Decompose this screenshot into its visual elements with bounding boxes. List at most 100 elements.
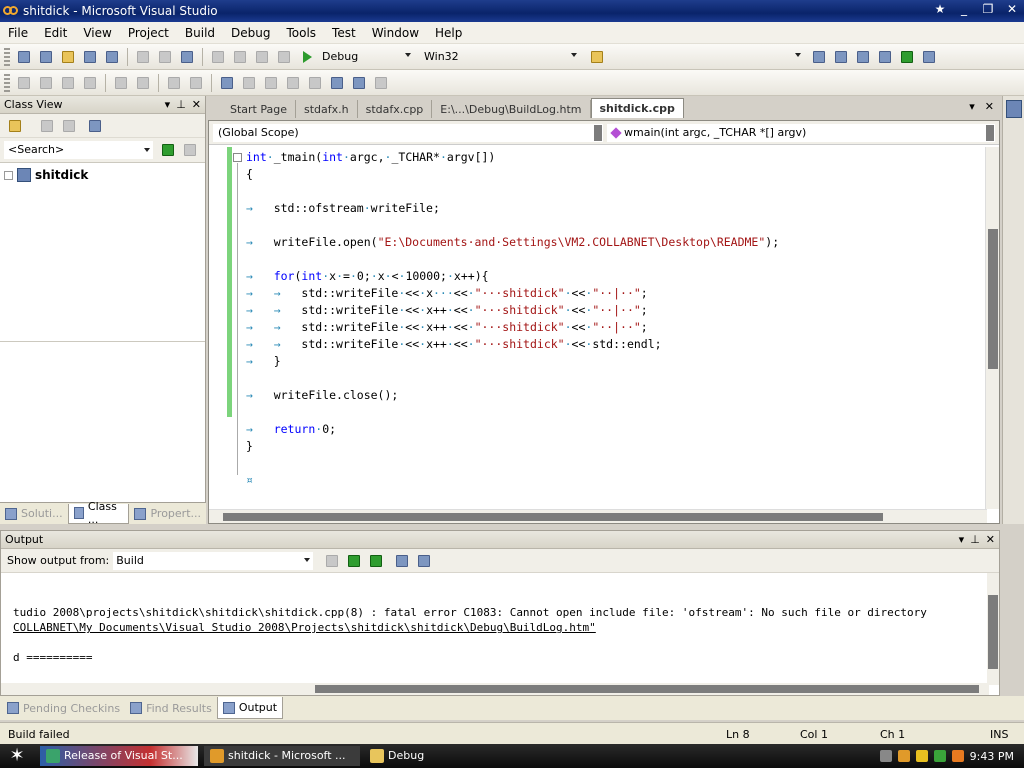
save-icon[interactable]	[81, 48, 99, 66]
new-project-icon[interactable]	[15, 48, 33, 66]
scope-select[interactable]: (Global Scope)	[213, 123, 603, 142]
open-file-icon[interactable]	[59, 48, 77, 66]
scrollbar-thumb[interactable]	[315, 685, 979, 693]
tab-shitdick-cpp[interactable]: shitdick.cpp	[590, 98, 684, 118]
window-position-icon[interactable]: ▾	[165, 98, 171, 111]
server-explorer-icon[interactable]	[1006, 100, 1022, 118]
clear-bookmarks-icon[interactable]	[372, 74, 390, 92]
clear-all-icon[interactable]	[393, 552, 411, 570]
output-text[interactable]: tudio 2008\projects\shitdick\shitdick\sh…	[13, 605, 979, 665]
active-files-icon[interactable]: ▾	[969, 100, 975, 113]
decrease-indent-icon[interactable]	[112, 74, 130, 92]
output-line[interactable]: COLLABNET\My Documents\Visual Studio 200…	[13, 620, 979, 635]
taskbar-button-visual-studio[interactable]: shitdick - Microsoft ...	[204, 746, 360, 766]
search-icon[interactable]	[951, 750, 964, 762]
code-line[interactable]: → for(int·x·=·0;·x·<·10000;·x++){	[246, 268, 489, 285]
output-horizontal-scrollbar[interactable]	[1, 683, 989, 695]
scrollbar-thumb[interactable]	[988, 595, 998, 669]
tab-find-results[interactable]: Find Results	[125, 697, 217, 719]
code-line[interactable]: → writeFile.open("E:\Documents·and·Setti…	[246, 234, 779, 251]
editor-vertical-scrollbar[interactable]	[985, 147, 999, 509]
previous-bookmark-icon[interactable]	[240, 74, 258, 92]
code-line[interactable]: → → std::writeFile·<<·x++·<<·"···shitdic…	[246, 319, 648, 336]
code-line[interactable]: int·_tmain(int·argc,·_TCHAR*·argv[])	[246, 149, 495, 166]
find-in-files-icon[interactable]	[588, 48, 606, 66]
start-button[interactable]: ✶	[6, 745, 28, 767]
navigate-backward-icon[interactable]	[253, 48, 271, 66]
menu-file[interactable]: File	[4, 26, 36, 40]
solution-configuration-select[interactable]: Debug	[318, 48, 414, 66]
forward-icon[interactable]	[60, 117, 78, 135]
code-line[interactable]: → std::ofstream·writeFile;	[246, 200, 440, 217]
tree-item-project[interactable]: shitdick	[0, 166, 205, 184]
collapse-icon[interactable]	[233, 153, 242, 162]
next-message-icon[interactable]	[367, 552, 385, 570]
redo-icon[interactable]	[231, 48, 249, 66]
start-debugging-icon[interactable]	[303, 50, 312, 63]
menu-debug[interactable]: Debug	[227, 26, 278, 40]
previous-bookmark-folder-icon[interactable]	[284, 74, 302, 92]
taskbar-button-debug-folder[interactable]: Debug	[364, 746, 504, 766]
member-select[interactable]: wmain(int argc, _TCHAR *[] argv)	[607, 123, 995, 142]
tab-buildlog[interactable]: E:\...\Debug\BuildLog.htm	[432, 100, 591, 118]
tab-property-manager[interactable]: Propert...	[129, 504, 206, 524]
code-line[interactable]: → return·0;	[246, 421, 336, 438]
previous-bookmark-document-icon[interactable]	[328, 74, 346, 92]
word-completion-icon[interactable]	[81, 74, 99, 92]
code-line[interactable]: → → std::writeFile·<<·x···<<·"···shitdic…	[246, 285, 648, 302]
window-position-icon[interactable]: ▾	[959, 533, 965, 546]
comment-lines-icon[interactable]	[165, 74, 183, 92]
shield-icon[interactable]	[915, 750, 928, 762]
previous-message-icon[interactable]	[345, 552, 363, 570]
menu-tools[interactable]: Tools	[282, 26, 324, 40]
close-document-icon[interactable]: ✕	[985, 100, 994, 113]
code-line[interactable]: → → std::writeFile·<<·x++·<<·"···shitdic…	[246, 336, 662, 353]
find-message-icon[interactable]	[323, 552, 341, 570]
minimize-button[interactable]: _	[956, 2, 972, 16]
output-vertical-scrollbar[interactable]	[987, 573, 999, 685]
expand-icon[interactable]	[4, 170, 13, 180]
close-icon[interactable]: ✕	[192, 98, 201, 111]
increase-indent-icon[interactable]	[134, 74, 152, 92]
save-all-icon[interactable]	[103, 48, 121, 66]
paste-icon[interactable]	[178, 48, 196, 66]
tab-start-page[interactable]: Start Page	[222, 100, 296, 118]
restore-button[interactable]: ❐	[980, 2, 996, 16]
keyboard-icon[interactable]	[879, 750, 892, 762]
find-combo[interactable]	[608, 48, 804, 66]
scope-dropdown-handle[interactable]	[594, 124, 602, 141]
parameter-info-icon[interactable]	[37, 74, 55, 92]
tab-stdafx-h[interactable]: stdafx.h	[296, 100, 358, 118]
toggle-word-wrap-icon[interactable]	[415, 552, 433, 570]
toolbox-icon[interactable]	[876, 48, 894, 66]
visual-studio-tray-icon[interactable]	[897, 750, 910, 762]
toolbar-grip[interactable]	[4, 47, 10, 66]
solution-platform-select[interactable]: Win32	[420, 48, 580, 66]
network-icon[interactable]	[933, 750, 946, 762]
menu-project[interactable]: Project	[124, 26, 177, 40]
navigate-forward-icon[interactable]	[275, 48, 293, 66]
search-go-icon[interactable]	[159, 141, 177, 159]
code-line[interactable]: {	[246, 166, 253, 183]
copy-icon[interactable]	[156, 48, 174, 66]
back-icon[interactable]	[38, 117, 56, 135]
menu-build[interactable]: Build	[181, 26, 223, 40]
output-source-select[interactable]: Build	[113, 551, 314, 570]
add-item-icon[interactable]	[37, 48, 55, 66]
code-line[interactable]: → }	[246, 353, 281, 370]
taskbar-button-release[interactable]: Release of Visual St...	[40, 746, 198, 766]
code-text-area[interactable]: int·_tmain(int·argc,·_TCHAR*·argv[]){ → s…	[209, 147, 987, 509]
undo-icon[interactable]	[209, 48, 227, 66]
class-view-settings-icon[interactable]	[86, 117, 104, 135]
close-button[interactable]: ✕	[1004, 2, 1020, 16]
display-object-members-icon[interactable]	[15, 74, 33, 92]
member-dropdown-handle[interactable]	[986, 124, 994, 141]
scrollbar-thumb[interactable]	[988, 229, 998, 369]
uncomment-lines-icon[interactable]	[187, 74, 205, 92]
tab-output[interactable]: Output	[216, 697, 284, 719]
tab-pending-checkins[interactable]: Pending Checkins	[2, 697, 125, 719]
next-bookmark-icon[interactable]	[262, 74, 280, 92]
toggle-bookmark-icon[interactable]	[218, 74, 236, 92]
toolbar-grip[interactable]	[4, 73, 10, 92]
scrollbar-thumb[interactable]	[223, 513, 883, 521]
